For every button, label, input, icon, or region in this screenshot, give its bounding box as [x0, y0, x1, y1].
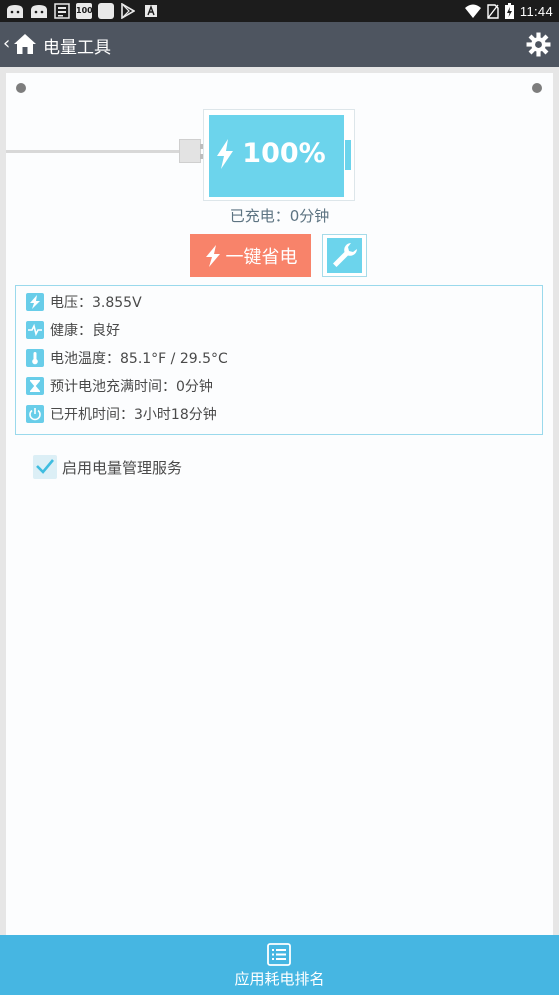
thermometer-icon: [26, 349, 44, 367]
info-text: 健康：良好: [50, 323, 120, 339]
square-icon: [98, 3, 114, 19]
chevron-left-icon[interactable]: ‹: [3, 33, 10, 54]
enable-service-option[interactable]: 启用电量管理服务: [33, 455, 182, 479]
info-row-health: 健康：良好: [26, 320, 120, 340]
charged-time: 已充电：0分钟: [229, 207, 330, 225]
power-save-label: 一键省电: [225, 246, 298, 268]
battery-charging-icon: [504, 3, 514, 19]
wifi-icon: [464, 4, 481, 18]
info-text: 预计电池充满时间：0分钟: [50, 379, 213, 395]
info-row-uptime: 已开机时间：3小时18分钟: [26, 404, 217, 424]
app-ranking-label: 应用耗电排名: [234, 970, 325, 988]
app-bar: ‹ 电量工具: [0, 22, 559, 67]
bolt-icon: [26, 293, 44, 311]
battery-percent: 100%: [242, 138, 326, 169]
wrench-icon: [327, 238, 362, 273]
info-row-voltage: 电压：3.855V: [26, 292, 142, 312]
checkmark-icon: [36, 459, 54, 474]
info-row-full-charge-time: 预计电池充满时间：0分钟: [26, 376, 213, 396]
news-icon: [54, 3, 70, 19]
info-row-temperature: 电池温度：85.1°F / 29.5°C: [26, 348, 228, 368]
info-text: 电压：3.855V: [50, 295, 142, 311]
battery-info-panel: 电压：3.855V 健康：良好 电池温度：85.1°F / 29.5°C 预计电…: [15, 285, 543, 435]
cat-icon: [7, 5, 23, 18]
play-store-icon: [121, 3, 135, 19]
list-icon: [267, 943, 291, 966]
status-bar: 100 11:44: [0, 0, 559, 22]
cable-plug: [179, 139, 204, 163]
bolt-icon: [205, 244, 220, 267]
page-title: 电量工具: [43, 38, 111, 58]
badge-100-icon: 100: [76, 3, 93, 19]
info-text: 电池温度：85.1°F / 29.5°C: [50, 351, 228, 367]
gear-icon[interactable]: [526, 32, 551, 57]
a-icon: [145, 5, 157, 17]
service-checkbox[interactable]: [33, 455, 57, 479]
charging-cable: [6, 150, 182, 153]
power-icon: [26, 405, 44, 423]
home-icon[interactable]: [13, 33, 37, 55]
power-save-button[interactable]: 一键省电: [190, 234, 311, 277]
cat-icon: [31, 5, 47, 18]
corner-dot: [532, 83, 542, 93]
battery-graphic: 100%: [203, 109, 355, 201]
tools-button[interactable]: [322, 234, 367, 277]
hourglass-icon: [26, 377, 44, 395]
no-sim-icon: [487, 3, 499, 19]
main-card: 100% 已充电：0分钟 一键省电 电压：3.855V 健康：良好 电池温度：8…: [6, 73, 553, 935]
service-label: 启用电量管理服务: [62, 458, 183, 477]
app-ranking-button[interactable]: 应用耗电排名: [0, 935, 559, 995]
pulse-icon: [26, 321, 44, 339]
corner-dot: [16, 83, 26, 93]
status-time: 11:44: [519, 3, 553, 19]
battery-terminal: [345, 140, 351, 170]
info-text: 已开机时间：3小时18分钟: [50, 407, 217, 423]
